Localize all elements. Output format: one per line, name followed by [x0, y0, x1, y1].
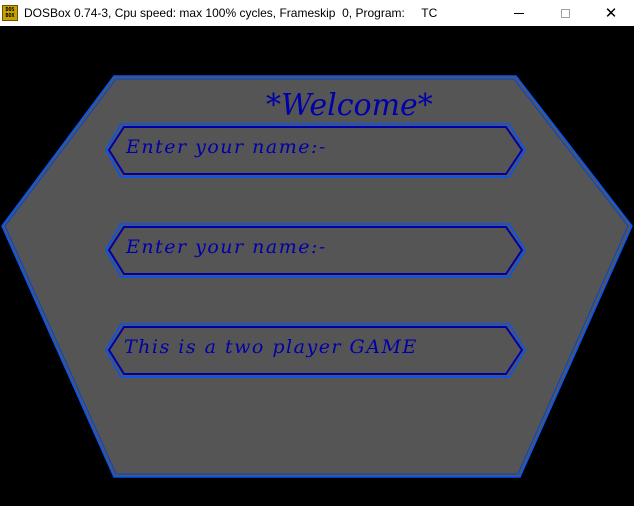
player2-name-prompt[interactable]: Enter your name:- [126, 235, 327, 259]
window-title: DOSBox 0.74-3, Cpu speed: max 100% cycle… [24, 6, 438, 20]
close-button[interactable]: ✕ [588, 0, 634, 26]
welcome-heading: *Welcome* [266, 88, 433, 123]
title-bar[interactable]: DOS BOX DOSBox 0.74-3, Cpu speed: max 100… [0, 0, 634, 26]
maximize-button[interactable] [542, 0, 588, 26]
dos-screen[interactable]: *Welcome* Enter your name:- Enter your n… [0, 26, 634, 506]
game-info-text: This is a two player GAME [124, 336, 418, 358]
close-icon: ✕ [604, 4, 618, 22]
minimize-icon [514, 12, 524, 14]
minimize-button[interactable] [496, 0, 542, 26]
dosbox-app-icon[interactable]: DOS BOX [2, 5, 18, 21]
player1-name-prompt[interactable]: Enter your name:- [126, 135, 327, 159]
dosbox-window: DOS BOX DOSBox 0.74-3, Cpu speed: max 100… [0, 0, 634, 506]
maximize-icon [560, 8, 570, 18]
